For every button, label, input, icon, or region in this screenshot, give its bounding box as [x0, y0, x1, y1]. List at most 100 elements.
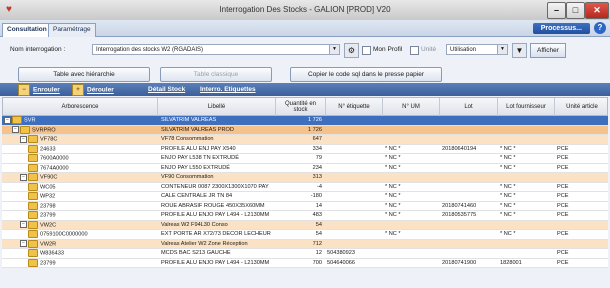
detail-stock-link[interactable]: Détail Stock: [148, 84, 185, 95]
qte-cell: 483: [312, 212, 322, 218]
etiquette-cell: [327, 240, 382, 250]
arborescence-cell[interactable]: 23799: [28, 211, 154, 221]
arborescence-cell[interactable]: 7674A0000: [28, 163, 154, 174]
collapse-toggle-icon[interactable]: −: [12, 126, 19, 133]
arborescence-cell[interactable]: 23798: [28, 201, 154, 212]
filter-icon[interactable]: ▼: [512, 43, 527, 58]
settings-icon[interactable]: ⚙: [344, 43, 359, 58]
unite-cell: PCE: [557, 193, 569, 199]
interro-etiquettes-link[interactable]: Interro. Etiquettes: [200, 84, 256, 95]
qte-cell: 234: [312, 164, 322, 171]
enrouler-link[interactable]: − Enrouler: [18, 84, 60, 96]
unite-cell: [557, 221, 607, 231]
table-row[interactable]: 23799 PROFILE ALU ENJO PAY L494 - L2130MM…: [2, 211, 608, 221]
column-libelle[interactable]: Libellé: [158, 98, 276, 116]
collapse-toggle-icon[interactable]: −: [20, 135, 27, 143]
tab-consultation[interactable]: Consultation: [2, 23, 52, 37]
column-quantite[interactable]: Quantité en stock: [276, 98, 326, 116]
table-row[interactable]: 7600A0000 ENJO PAY L538 TN EXTRUDÉ 79 * NC …: [2, 154, 608, 164]
arborescence-cell[interactable]: − VW2C: [20, 220, 154, 231]
afficher-button[interactable]: Afficher: [530, 43, 566, 58]
lot_fourn-cell: [500, 116, 554, 126]
minimize-button[interactable]: –: [547, 2, 566, 19]
um-cell: * NC *: [385, 231, 401, 237]
arborescence-cell[interactable]: 24633: [28, 144, 154, 155]
etiquette-cell: [327, 126, 382, 136]
column-etiquette[interactable]: N° étiquette: [326, 98, 383, 116]
folder-icon: [20, 125, 30, 134]
table-row[interactable]: 7674A0000 ENJO PAY L550 EXTRUDÉ 234 * NC * *…: [2, 163, 608, 174]
arborescence-cell[interactable]: − SVR: [4, 116, 154, 126]
lot-cell: [442, 164, 497, 174]
libelle-cell: PROFILE ALU ENJ PAY X540: [161, 145, 236, 152]
unite-cell: [557, 173, 607, 183]
arborescence-cell[interactable]: WP32: [28, 192, 154, 202]
lot_fourn-cell: * NC *: [500, 145, 516, 152]
collapse-toggle-icon[interactable]: −: [20, 240, 27, 247]
lot_fourn-cell: 1828001: [500, 259, 522, 266]
table-row[interactable]: WC05 CONTENEUR 0087 2300X1300X1070 PAY -4 *…: [2, 182, 608, 193]
table-row[interactable]: − VW2R Valreas Atelier W2 Zone Réception 71…: [2, 239, 608, 250]
etiquette-cell: [327, 173, 382, 183]
arborescence-cell[interactable]: W836433: [28, 249, 154, 259]
table-row[interactable]: − VF78C VF78 Consommation 647: [2, 135, 608, 145]
table-row[interactable]: − SVRPRO SILVATRIM VALREAS PROD 1 726: [2, 125, 608, 136]
processus-button[interactable]: Processus...: [532, 23, 590, 34]
copier-sql-button[interactable]: Copier le code sql dans le presse papier: [290, 67, 442, 82]
table-row[interactable]: 23799 PROFILE ALU ENJO PAY L494 - L2130MM…: [2, 258, 608, 269]
derouler-link[interactable]: + Dérouler: [72, 84, 114, 96]
maximize-button[interactable]: □: [566, 2, 585, 19]
arborescence-cell[interactable]: − VF78C: [20, 135, 154, 145]
lot_fourn-cell: * NC *: [500, 202, 516, 209]
table-row[interactable]: − VW2C Valreas W2 F94L30 Conso 54: [2, 220, 608, 231]
arborescence-cell[interactable]: − VF90C: [20, 173, 154, 183]
collapse-toggle-icon[interactable]: −: [20, 221, 27, 228]
unite-select[interactable]: Utilisation ▼: [446, 44, 508, 55]
table-row[interactable]: − SVR SILVATRIM VALREAS 1 726: [2, 116, 608, 126]
arborescence-cell[interactable]: 0759100C0000000: [28, 230, 154, 240]
unite-checkbox[interactable]: [410, 46, 419, 55]
qte-cell: 14: [315, 202, 322, 209]
lot_fourn-cell: * NC *: [500, 231, 516, 237]
lot-cell: [442, 240, 497, 250]
nom-interrogation-select[interactable]: Interrogation des stocks W2 (RGADAIS) ▼: [92, 44, 340, 55]
table-row[interactable]: − VF90C VF90 Consommation 313: [2, 173, 608, 183]
um-cell: [385, 173, 439, 183]
mon-profil-checkbox[interactable]: [362, 46, 371, 55]
lot_fourn-cell: * NC *: [500, 183, 516, 190]
table-row[interactable]: W836433 MCDS BAC S213 GAUCHE 12 504380923 PC…: [2, 249, 608, 259]
lot_fourn-cell: [500, 126, 554, 136]
table-hierarchie-button[interactable]: Table avec hiérarchie: [18, 67, 150, 82]
table-row[interactable]: 23798 ROUE ABRASIF ROUGE 450X35X60MM 14 * N…: [2, 201, 608, 212]
nom-interrogation-value: Interrogation des stocks W2 (RGADAIS): [96, 47, 204, 53]
close-button[interactable]: ✕: [585, 2, 609, 19]
libelle-cell: PROFILE ALU ENJO PAY L494 - L2130MM: [161, 259, 270, 266]
column-lot[interactable]: Lot: [440, 98, 498, 116]
table-row[interactable]: WP32 CALE CENTRALE JR TN 84 -180 * NC * * NC…: [2, 192, 608, 202]
libelle-cell: CONTENEUR 0087 2300X1300X1070 PAY: [161, 183, 269, 190]
chevron-down-icon: ▼: [329, 45, 339, 54]
arborescence-cell[interactable]: WC05: [28, 182, 154, 193]
unite-cell: PCE: [557, 250, 569, 256]
column-arborescence[interactable]: Arborescence: [3, 98, 158, 116]
arborescence-text: WP32: [40, 193, 56, 200]
arborescence-cell[interactable]: 23799: [28, 258, 154, 269]
lot_fourn-cell: * NC *: [500, 193, 516, 199]
column-lot-fournisseur[interactable]: Lot fournisseur: [498, 98, 555, 116]
arborescence-cell[interactable]: 7600A0000: [28, 154, 154, 164]
table-row[interactable]: 0759100C0000000 EXT PORTE AR X72/73 DECOR…: [2, 230, 608, 240]
query-toolbar: Nom interrogation : Interrogation des st…: [10, 43, 606, 58]
tab-parametrage[interactable]: Paramétrage: [48, 23, 96, 37]
arborescence-cell[interactable]: − VW2R: [20, 239, 154, 250]
table-classique-button[interactable]: Table classique: [160, 67, 272, 82]
arborescence-text: VF90C: [40, 174, 58, 181]
qte-cell: 334: [312, 145, 322, 152]
arborescence-cell[interactable]: − SVRPRO: [12, 125, 154, 136]
table-row[interactable]: 24633 PROFILE ALU ENJ PAY X540 334 * NC * 20…: [2, 144, 608, 155]
help-icon[interactable]: ?: [594, 22, 606, 34]
collapse-toggle-icon[interactable]: −: [20, 173, 27, 181]
collapse-toggle-icon[interactable]: −: [4, 116, 11, 124]
arborescence-text: 23799: [40, 259, 56, 266]
column-um[interactable]: N° UM: [383, 98, 440, 116]
column-unite-article[interactable]: Unité article: [555, 98, 609, 116]
